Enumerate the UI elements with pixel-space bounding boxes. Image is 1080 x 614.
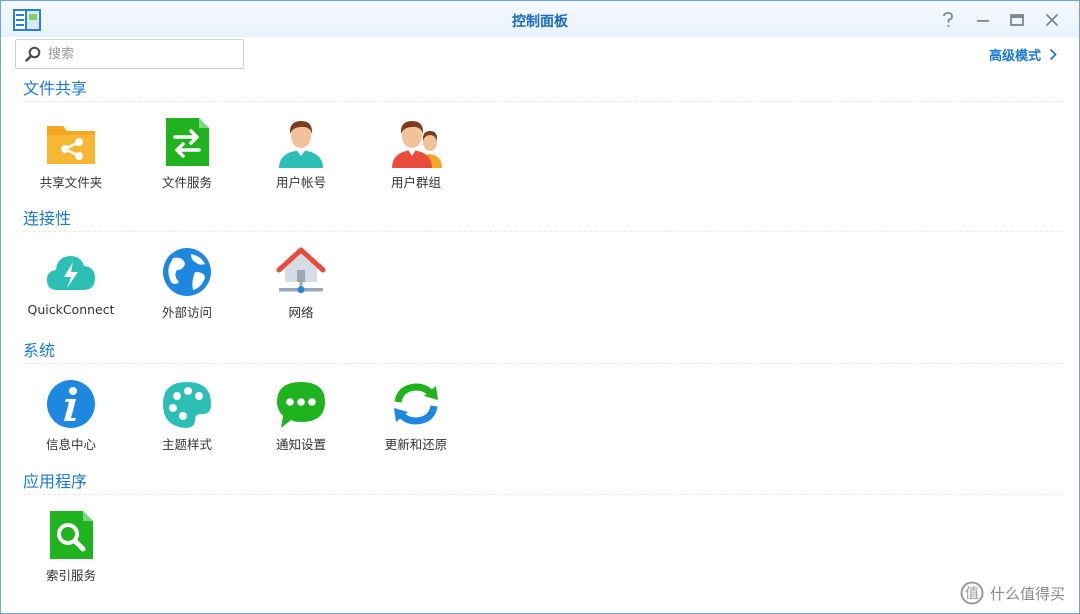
search-box[interactable] bbox=[15, 39, 244, 69]
item-shared-folder[interactable]: 共享文件夹 bbox=[16, 116, 126, 191]
section-title: 应用程序 bbox=[23, 470, 1063, 495]
control-panel-window: 控制面板 高级模式 文件共享 bbox=[0, 0, 1080, 614]
item-label: 主题样式 bbox=[161, 437, 212, 452]
item-label: 网络 bbox=[288, 305, 314, 320]
network-icon bbox=[276, 247, 326, 294]
item-update-restore[interactable]: 更新和还原 bbox=[361, 378, 471, 453]
indexing-service-icon bbox=[50, 511, 93, 559]
item-info-center[interactable]: 信息中心 bbox=[16, 378, 126, 453]
minimize-button[interactable] bbox=[972, 9, 994, 31]
section-file-sharing: 文件共享 共享文件夹 文件服务 用户帐号 用户群组 bbox=[23, 77, 1063, 212]
item-label: 共享文件夹 bbox=[39, 175, 103, 190]
close-button[interactable] bbox=[1041, 9, 1063, 31]
item-label: 外部访问 bbox=[161, 305, 212, 320]
maximize-button[interactable] bbox=[1006, 9, 1028, 31]
svg-text:值: 值 bbox=[965, 586, 979, 602]
window-title: 控制面板 bbox=[512, 14, 568, 30]
advanced-mode-label: 高级模式 bbox=[988, 49, 1041, 64]
item-file-services[interactable]: 文件服务 bbox=[132, 116, 242, 191]
section-title: 连接性 bbox=[23, 207, 1063, 232]
item-label: 文件服务 bbox=[161, 175, 212, 190]
item-network[interactable]: 网络 bbox=[246, 246, 356, 321]
item-label: 用户群组 bbox=[390, 175, 441, 190]
item-label: 更新和还原 bbox=[384, 437, 448, 452]
item-label: 信息中心 bbox=[45, 437, 96, 452]
item-theme[interactable]: 主题样式 bbox=[132, 378, 242, 453]
group-icon bbox=[392, 121, 442, 168]
user-icon bbox=[279, 121, 323, 168]
item-label: 索引服务 bbox=[45, 568, 96, 583]
notification-icon bbox=[277, 382, 325, 428]
item-quickconnect[interactable]: QuickConnect bbox=[16, 246, 126, 317]
item-label: 通知设置 bbox=[275, 437, 326, 452]
section-applications: 应用程序 索引服务 bbox=[23, 470, 1063, 605]
item-label: QuickConnect bbox=[27, 302, 115, 317]
item-notification[interactable]: 通知设置 bbox=[246, 378, 356, 453]
file-services-icon bbox=[166, 118, 209, 166]
section-title: 系统 bbox=[23, 339, 1063, 364]
watermark-logo-icon: 值 bbox=[960, 581, 984, 605]
help-button[interactable] bbox=[937, 9, 959, 31]
theme-icon bbox=[163, 382, 211, 428]
section-title: 文件共享 bbox=[23, 77, 1063, 102]
external-access-icon bbox=[163, 248, 211, 296]
title-bar[interactable]: 控制面板 bbox=[1, 1, 1079, 37]
watermark-text: 什么值得买 bbox=[989, 584, 1065, 603]
item-label: 用户帐号 bbox=[275, 175, 326, 190]
item-user-account[interactable]: 用户帐号 bbox=[246, 116, 356, 191]
item-indexing-service[interactable]: 索引服务 bbox=[16, 509, 126, 584]
shared-folder-icon bbox=[47, 126, 95, 164]
quickconnect-icon bbox=[47, 256, 95, 290]
watermark: 值 什么值得买 bbox=[960, 581, 1065, 605]
section-system: 系统 信息中心 主题样式 通知设置 更新和还原 bbox=[23, 339, 1063, 474]
item-external-access[interactable]: 外部访问 bbox=[132, 246, 242, 321]
update-restore-icon bbox=[394, 383, 438, 425]
search-icon bbox=[25, 46, 41, 62]
search-input[interactable] bbox=[48, 44, 233, 64]
info-center-icon bbox=[47, 380, 95, 428]
chevron-right-icon bbox=[1049, 48, 1057, 61]
item-user-group[interactable]: 用户群组 bbox=[361, 116, 471, 191]
section-connectivity: 连接性 QuickConnect 外部访问 网络 bbox=[23, 207, 1063, 342]
advanced-mode-link[interactable]: 高级模式 bbox=[989, 45, 1057, 64]
